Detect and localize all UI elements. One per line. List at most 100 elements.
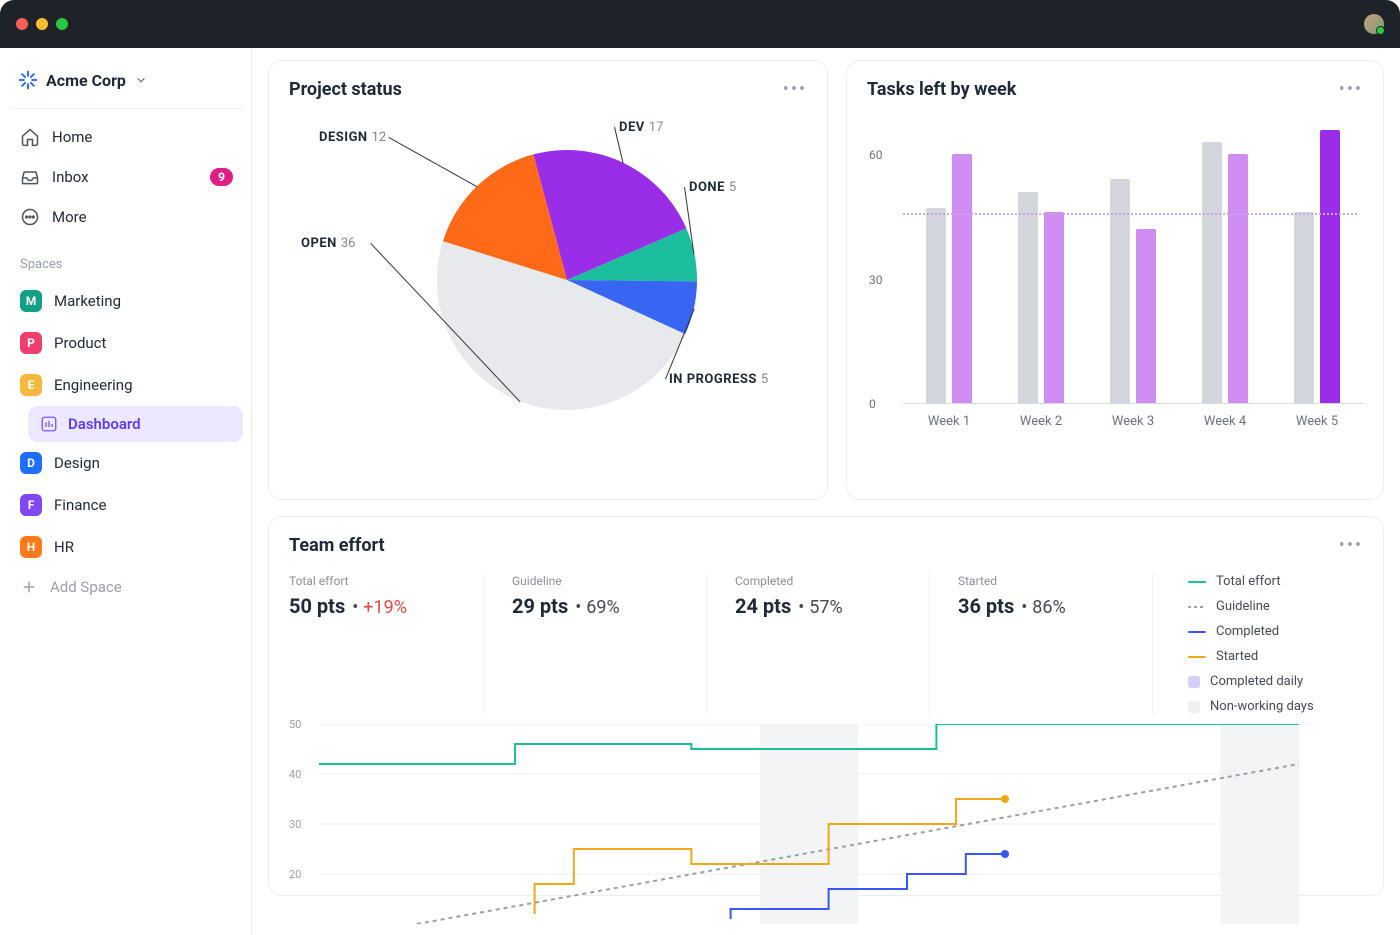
y-axis-tick: 30 [289, 818, 301, 831]
card-menu-button[interactable]: ••• [783, 79, 807, 100]
metric-started: Started36 pts • 86% [958, 574, 1153, 714]
legend-item: Total effort [1188, 574, 1363, 589]
inbox-count-badge: 9 [210, 168, 233, 186]
home-icon [20, 127, 40, 147]
metric-guideline: Guideline29 pts • 69% [512, 574, 707, 714]
reference-line [903, 213, 1357, 215]
space-label: Product [54, 334, 106, 352]
space-chip: M [20, 290, 42, 312]
pie-slice-label: DEV17 [619, 120, 663, 135]
pie-slice-label: OPEN36 [301, 236, 355, 251]
x-axis-label: Week 2 [1020, 414, 1062, 429]
nav-home-label: Home [52, 128, 92, 146]
sidebar-space-item[interactable]: H HR [10, 526, 243, 568]
space-chip: E [20, 374, 42, 396]
pie-slice-label: DESIGN12 [319, 130, 386, 145]
legend-item: Completed [1188, 624, 1363, 639]
line-chart: 20304050 [289, 724, 1363, 934]
legend-item: Started [1188, 649, 1363, 664]
space-label: Finance [54, 496, 106, 514]
x-axis-label: Week 5 [1296, 414, 1338, 429]
y-axis-tick: 30 [869, 273, 883, 287]
bar [1136, 229, 1156, 403]
pie-slice-label: DONE5 [689, 180, 736, 195]
workspace-name: Acme Corp [46, 71, 126, 90]
sidebar-dashboard-item[interactable]: Dashboard [28, 406, 243, 442]
chart-legend: Total effort Guideline Completed Started Com… [1188, 574, 1363, 714]
y-axis-tick: 60 [869, 148, 883, 162]
card-title: Tasks left by week [867, 79, 1016, 100]
card-menu-button[interactable]: ••• [1339, 535, 1363, 556]
bar [926, 208, 946, 403]
maximize-window-icon[interactable] [56, 18, 68, 30]
space-chip: P [20, 332, 42, 354]
space-chip: H [20, 536, 42, 558]
nav-more-label: More [52, 208, 87, 226]
card-team-effort: Team effort ••• Total effort50 pts • +19… [268, 516, 1384, 896]
window-controls[interactable] [16, 18, 68, 30]
x-axis-label: Week 3 [1112, 414, 1154, 429]
bar [1228, 154, 1248, 403]
x-axis-label: Week 4 [1204, 414, 1246, 429]
space-chip: F [20, 494, 42, 516]
sidebar-space-item[interactable]: E Engineering [10, 364, 243, 406]
y-axis-tick: 0 [869, 397, 876, 411]
bar-chart: 0 30 60 Week 1 Week 2 Week 3 Week 4 Week 5 [867, 100, 1363, 460]
nav-inbox-label: Inbox [52, 168, 89, 186]
more-icon [20, 207, 40, 227]
bar [1202, 142, 1222, 403]
minimize-window-icon[interactable] [36, 18, 48, 30]
x-axis-label: Week 1 [928, 414, 970, 429]
dashboard-label: Dashboard [68, 415, 141, 433]
space-label: Marketing [54, 292, 121, 310]
y-axis-tick: 50 [289, 718, 301, 731]
metric-total-effort: Total effort50 pts • +19% [289, 574, 484, 714]
card-title: Project status [289, 79, 402, 100]
sidebar-space-item[interactable]: DDesign [10, 442, 243, 484]
y-axis-tick: 20 [289, 868, 301, 881]
sidebar-space-item[interactable]: M Marketing [10, 280, 243, 322]
close-window-icon[interactable] [16, 18, 28, 30]
pie-chart: DEV17 DONE5 IN PROGRESS5 OPEN36 DESIGN12 [289, 100, 807, 460]
bar [1294, 212, 1314, 403]
bar [952, 154, 972, 403]
space-label: Engineering [54, 376, 133, 394]
nav-home[interactable]: Home [10, 117, 243, 157]
dashboard-icon [40, 415, 58, 433]
legend-item: Guideline [1188, 599, 1363, 614]
metric-completed: Completed24 pts • 57% [735, 574, 930, 714]
card-tasks-left: Tasks left by week ••• 0 30 60 Week 1 Week 2… [846, 60, 1384, 500]
nav-inbox[interactable]: Inbox 9 [10, 157, 243, 197]
card-menu-button[interactable]: ••• [1339, 79, 1363, 100]
sidebar-space-item[interactable]: P Product [10, 322, 243, 364]
add-space-label: Add Space [50, 578, 122, 596]
legend-item: Non-working days [1188, 699, 1363, 714]
legend-item: Completed daily [1188, 674, 1363, 689]
user-avatar[interactable] [1364, 14, 1384, 34]
card-project-status: Project status ••• DEV17 DONE5 IN PROGRESS… [268, 60, 828, 500]
sidebar-space-item[interactable]: F Finance [10, 484, 243, 526]
nav-more[interactable]: More [10, 197, 243, 237]
bar-group [926, 154, 972, 403]
bar [1320, 130, 1340, 403]
sidebar: Acme Corp Home Inbox 9 More Spaces M Mark… [0, 48, 252, 935]
inbox-icon [20, 167, 40, 187]
add-space-button[interactable]: Add Space [10, 568, 243, 606]
space-label: Design [54, 454, 100, 472]
space-label: HR [54, 538, 74, 556]
workspace-logo-icon [18, 70, 38, 90]
bar [1018, 192, 1038, 403]
bar-group [1294, 130, 1340, 403]
y-axis-tick: 40 [289, 768, 301, 781]
spaces-section-label: Spaces [10, 237, 243, 280]
pie-slice-label: IN PROGRESS5 [669, 372, 768, 387]
card-title: Team effort [289, 535, 385, 556]
main-content: Project status ••• DEV17 DONE5 IN PROGRESS… [252, 48, 1400, 935]
plus-icon [20, 578, 38, 596]
workspace-switcher[interactable]: Acme Corp [10, 62, 243, 104]
bar [1044, 212, 1064, 403]
window-titlebar [0, 0, 1400, 48]
bar-group [1018, 192, 1064, 403]
bar-group [1202, 142, 1248, 403]
chevron-down-icon [134, 73, 148, 87]
